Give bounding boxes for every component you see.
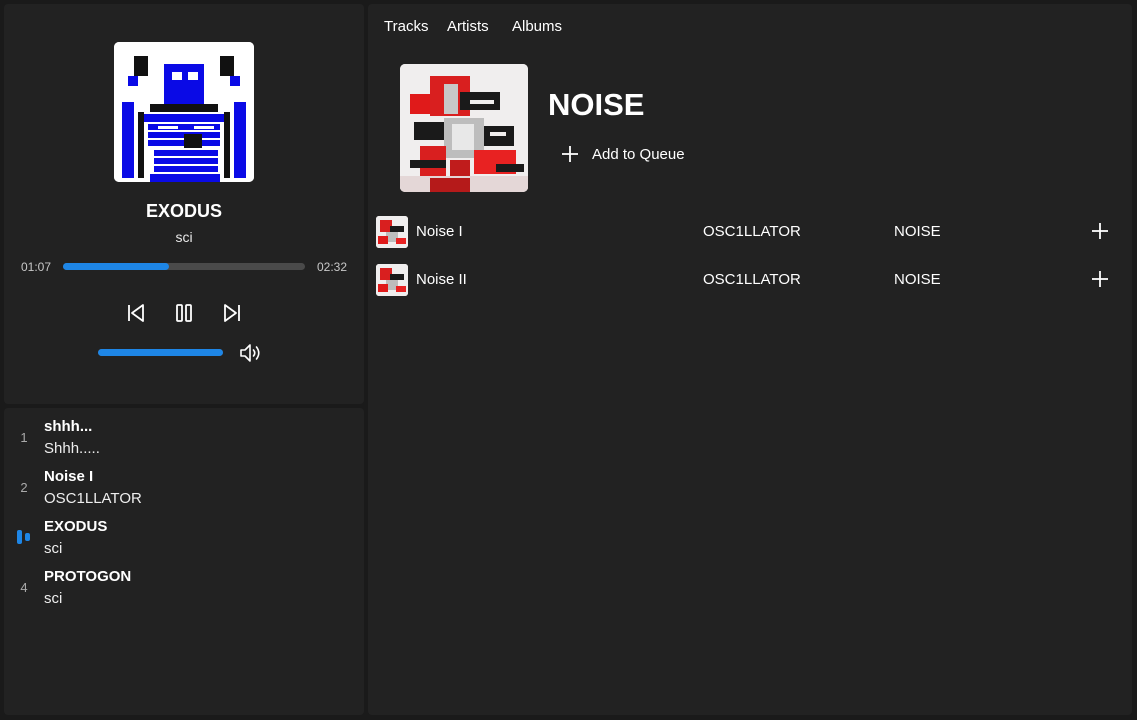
plus-icon [562,146,578,162]
queue-item-number: 1 [20,430,28,445]
track-thumbnail [376,216,408,248]
track-artist: OSC1LLATOR [703,223,801,240]
skip-next-button[interactable] [220,301,244,325]
tab-albums[interactable]: Albums [512,18,562,35]
album-title: NOISE [548,87,645,122]
album-cover-art [400,64,528,192]
track-duration: 02:32 [317,260,348,274]
track-album: NOISE [894,223,941,240]
queue-item-number: 4 [20,580,28,595]
skip-next-icon [224,304,240,322]
now-playing-panel: EXODUS sci 01:07 02:32 [4,4,364,404]
queue-item-artist: Shhh..... [44,440,100,457]
track-thumbnail [376,264,408,296]
add-to-queue-label: Add to Queue [592,146,685,163]
volume-icon [240,344,260,362]
queue-item[interactable]: 4 PROTOGON sci [4,562,364,610]
now-playing-cover-art [114,42,254,182]
track-album: NOISE [894,271,941,288]
library-panel: Tracks Artists Albums NOISE Add to Queue… [368,4,1132,715]
queue-item-artist: OSC1LLATOR [44,490,142,507]
tab-tracks[interactable]: Tracks [384,18,428,35]
queue-item-number: 2 [20,480,28,495]
queue-item-current[interactable]: EXODUS sci [4,512,364,560]
pause-button[interactable] [172,301,196,325]
plus-icon [1092,223,1108,239]
queue-item-title: Noise I [44,468,94,485]
track-name: Noise II [416,271,467,288]
add-track-to-queue-button[interactable] [1090,269,1110,289]
now-playing-title: EXODUS [145,201,223,221]
plus-icon [1092,271,1108,287]
add-track-to-queue-button[interactable] [1090,221,1110,241]
queue-item-artist: sci [44,590,63,607]
queue-item-artist: sci [44,540,63,557]
volume-fill [98,349,223,356]
queue-item-title: shhh... [44,418,93,435]
elapsed-time: 01:07 [21,260,52,274]
track-progress-fill [63,263,170,270]
skip-previous-button[interactable] [124,301,148,325]
pause-icon [176,304,192,322]
queue-item-title: PROTOGON [44,568,132,585]
track-row[interactable]: Noise I OSC1LLATOR NOISE [368,216,1132,262]
now-playing-indicator-icon [17,530,31,544]
queue-item[interactable]: 1 shhh... Shhh..... [4,412,364,460]
queue-item[interactable]: 2 Noise I OSC1LLATOR [4,462,364,510]
track-row[interactable]: Noise II OSC1LLATOR NOISE [368,264,1132,310]
now-playing-artist: sci [175,229,193,245]
tab-artists[interactable]: Artists [447,18,489,35]
track-name: Noise I [416,223,463,240]
volume-button[interactable] [238,341,264,365]
queue-item-title: EXODUS [44,518,108,535]
track-artist: OSC1LLATOR [703,271,801,288]
track-progress-slider[interactable] [63,263,305,270]
skip-previous-icon [128,304,144,322]
volume-slider[interactable] [98,349,223,356]
queue-panel: 1 shhh... Shhh..... 2 Noise I OSC1LLATOR… [4,408,364,715]
